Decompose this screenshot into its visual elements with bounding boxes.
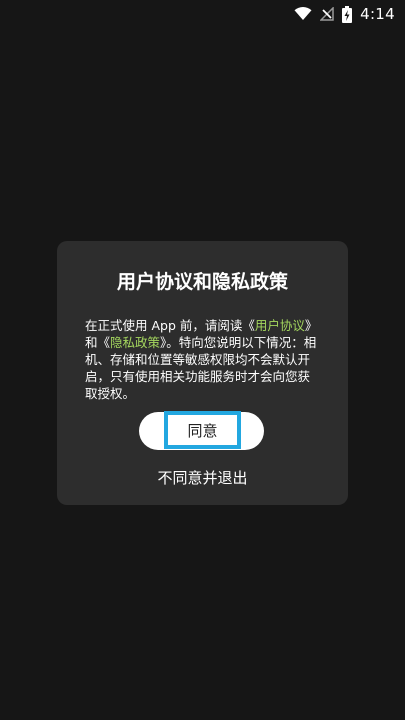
dialog-title: 用户协议和隐私政策 — [116, 271, 288, 293]
no-signal-icon — [320, 7, 334, 21]
status-time: 4:14 — [360, 5, 395, 23]
privacy-dialog: 用户协议和隐私政策 在正式使用 App 前，请阅读《用户协议》和《隐私政策》。特… — [57, 241, 348, 505]
disagree-exit-button[interactable]: 不同意并退出 — [57, 467, 348, 488]
user-agreement-link[interactable]: 用户协议 — [255, 318, 305, 333]
agree-button-label[interactable]: 同意 — [164, 411, 241, 449]
battery-charging-icon — [342, 5, 353, 23]
wifi-icon — [294, 7, 312, 21]
privacy-policy-link[interactable]: 隐私政策 — [110, 335, 160, 350]
dialog-body: 在正式使用 App 前，请阅读《用户协议》和《隐私政策》。特向您说明以下情况：相… — [85, 317, 321, 402]
status-bar: 4:14 — [0, 0, 405, 28]
body-text-1: 在正式使用 App 前，请阅读《 — [85, 318, 255, 333]
